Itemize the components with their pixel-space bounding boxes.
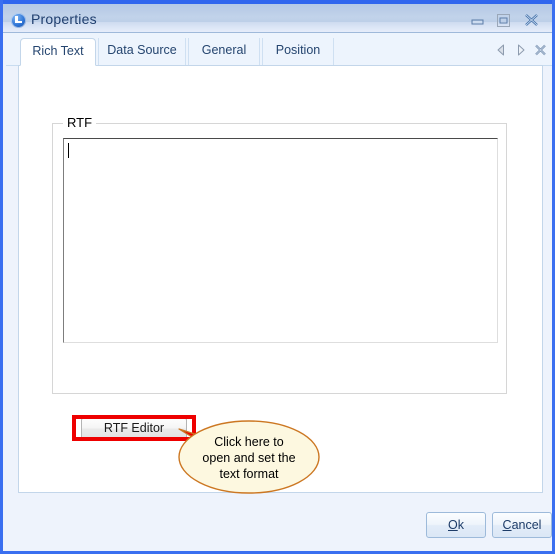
instruction-callout: Click here to open and set the text form… (175, 418, 323, 496)
tab-general[interactable]: General (188, 38, 260, 66)
properties-dialog-window: Properties Rich Text Data Source General… (0, 0, 555, 554)
restore-icon[interactable] (495, 13, 512, 28)
cancel-label-rest: ancel (511, 518, 542, 532)
rtf-group-label: RTF (63, 115, 97, 130)
ok-accelerator: O (448, 518, 458, 532)
close-icon[interactable] (523, 13, 540, 28)
tab-data-source[interactable]: Data Source (98, 38, 186, 66)
ok-label-rest: k (457, 518, 464, 532)
ok-button[interactable]: Ok (426, 512, 486, 538)
tab-navigation (496, 44, 547, 56)
tab-strip: Rich Text Data Source General Position (6, 33, 552, 66)
callout-text: Click here to open and set the text form… (202, 435, 296, 481)
tab-position[interactable]: Position (262, 38, 334, 66)
app-logo-icon (11, 13, 26, 28)
scroll-tabs-left-icon[interactable] (496, 44, 507, 56)
cancel-button[interactable]: Cancel (492, 512, 552, 538)
cancel-accelerator: C (502, 518, 512, 532)
tab-rich-text[interactable]: Rich Text (20, 38, 96, 66)
rtf-editor-button[interactable]: RTF Editor (81, 418, 187, 439)
rtf-group-box: RTF (52, 115, 507, 394)
text-caret (68, 143, 69, 158)
close-tab-icon[interactable] (534, 44, 547, 56)
minimize-icon[interactable] (469, 13, 486, 28)
scroll-tabs-right-icon[interactable] (515, 44, 526, 56)
rtf-text-input[interactable] (63, 138, 498, 343)
rich-text-tab-page: RTF RTF Editor Click here to open and se… (18, 65, 543, 496)
window-title: Properties (31, 11, 97, 27)
title-bar: Properties (3, 0, 552, 33)
